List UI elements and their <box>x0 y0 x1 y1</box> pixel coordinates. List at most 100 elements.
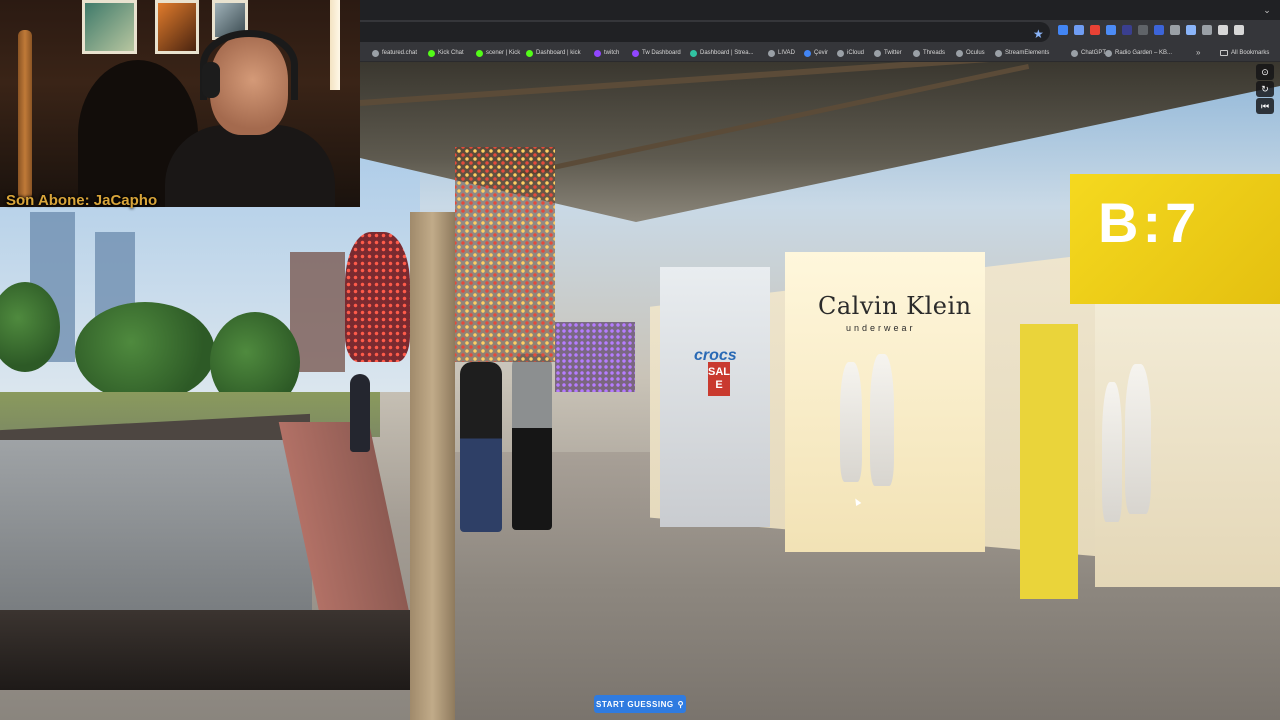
bookmark-item[interactable]: Twitter <box>874 47 902 59</box>
browser-toolbar: ★ <box>360 20 1280 44</box>
bookmark-label: Dashboard | kick <box>536 50 581 56</box>
streetview-controls: ⊙ ↻ ⏮ <box>1256 64 1274 115</box>
pergola-post <box>410 212 455 720</box>
bookmark-favicon-icon <box>372 49 379 57</box>
bookmark-favicon-icon <box>768 49 775 57</box>
browser-extension-icon[interactable] <box>1122 25 1132 35</box>
bookmark-favicon-icon <box>690 49 697 57</box>
bookmark-favicon-icon <box>804 49 811 57</box>
bookmark-item[interactable]: Dashboard | kick <box>526 47 581 59</box>
compass-button[interactable]: ⊙ <box>1256 64 1274 80</box>
address-bar[interactable]: ★ <box>360 22 1050 42</box>
bookmark-favicon-icon <box>1071 49 1078 57</box>
mannequin <box>840 362 862 482</box>
bookmark-favicon-icon <box>594 49 601 57</box>
start-guessing-button[interactable]: START GUESSING ⚲ <box>594 695 686 713</box>
streamer-body <box>165 125 335 207</box>
return-to-start-button[interactable]: ⏮ <box>1256 98 1274 114</box>
bookmark-item[interactable]: Threads <box>913 47 945 59</box>
browser-extension-icon[interactable] <box>1138 25 1148 35</box>
browser-extension-icon[interactable] <box>1106 25 1116 35</box>
webcam-overlay <box>0 0 360 207</box>
bookmark-label: Tw Dashboard <box>642 50 681 56</box>
calvin-klein-subtitle: underwear <box>846 323 916 333</box>
guitar <box>18 30 32 200</box>
bookmarks-bar: featured.chat Kick Chat scener | Kick Dashb… <box>360 44 1280 62</box>
bookmarks-overflow-button[interactable]: » <box>1196 47 1200 59</box>
bookmark-label: ChatGPT <box>1081 50 1107 56</box>
fountain-pool <box>0 440 312 622</box>
pedestrian <box>350 374 370 452</box>
browser-extension-icon[interactable] <box>1074 25 1084 35</box>
string-lights <box>555 322 635 392</box>
bookmark-label: featured.chat <box>382 50 418 56</box>
mannequin <box>1102 382 1122 522</box>
bookmark-item[interactable]: scener | Kick <box>476 47 520 59</box>
string-lights <box>455 147 555 362</box>
bookmark-item[interactable]: ChatGPT <box>1071 47 1106 59</box>
bookmark-favicon-icon <box>1105 49 1112 57</box>
latest-subscriber-label: Son Abone: JaCapho <box>6 192 158 209</box>
bookmark-item[interactable]: Dashboard | Strea... <box>690 47 754 59</box>
calvin-klein-sign: Calvin Klein <box>818 292 972 320</box>
bookmark-item[interactable]: Radio Garden – KB... <box>1105 47 1172 59</box>
bookmark-label: Oculus <box>966 50 985 56</box>
bookmark-label: Çevir <box>814 50 829 56</box>
refresh-button[interactable]: ↻ <box>1256 81 1274 97</box>
mannequin <box>870 354 894 486</box>
bookmark-label: Twitter <box>884 50 902 56</box>
window-menu-button[interactable]: ⌄ <box>1260 3 1274 17</box>
browser-extension-icon[interactable] <box>1202 25 1212 35</box>
browser-extension-icon[interactable] <box>1090 25 1100 35</box>
bookmark-favicon-icon <box>956 49 963 57</box>
bookmark-label: iCloud <box>847 50 865 56</box>
b7-sign: B:7 <box>1098 191 1201 254</box>
streamer-screen: Calvin Klein underwear crocs B:7 SALE ⌄ … <box>0 0 1280 720</box>
bookmark-item[interactable]: Tw Dashboard <box>632 47 681 59</box>
sale-sign: SALE <box>708 362 730 396</box>
yellow-pillar <box>1020 324 1078 599</box>
map-pin-icon: ⚲ <box>677 699 684 709</box>
bookmark-star-icon[interactable]: ★ <box>1033 26 1044 42</box>
bookmark-item[interactable]: featured.chat <box>372 47 417 59</box>
bookmark-favicon-icon <box>913 49 920 57</box>
browser-extension-icon[interactable] <box>1234 25 1244 35</box>
tree <box>75 302 215 402</box>
string-lights <box>345 232 410 362</box>
headset-ear-cup <box>202 62 220 98</box>
bookmark-favicon-icon <box>476 49 483 57</box>
folder-icon <box>1220 50 1228 56</box>
browser-extension-icon[interactable] <box>1058 25 1068 35</box>
bookmark-favicon-icon <box>995 49 1002 57</box>
bookmark-item[interactable]: StreamElements <box>995 47 1049 59</box>
bookmark-item[interactable]: Kick Chat <box>428 47 464 59</box>
browser-extension-icon[interactable] <box>1170 25 1180 35</box>
all-bookmarks-label: All Bookmarks <box>1231 50 1270 56</box>
mannequin <box>1125 364 1151 514</box>
bookmark-item[interactable]: twitch <box>594 47 619 59</box>
bookmark-item[interactable]: Çevir <box>804 47 828 59</box>
bookmark-item[interactable]: Oculus <box>956 47 985 59</box>
browser-extension-icon[interactable] <box>1186 25 1196 35</box>
bookmark-label: Dashboard | Strea... <box>700 50 754 56</box>
browser-extension-icon[interactable] <box>1154 25 1164 35</box>
all-bookmarks-button[interactable]: All Bookmarks <box>1220 47 1269 59</box>
browser-extension-icon[interactable] <box>1218 25 1228 35</box>
wall-picture-frame <box>155 0 199 54</box>
pedestrian <box>460 362 502 532</box>
bookmark-item[interactable]: LIVAD <box>768 47 795 59</box>
bookmark-favicon-icon <box>632 49 639 57</box>
bookmark-label: StreamElements <box>1005 50 1050 56</box>
bookmark-favicon-icon <box>526 49 533 57</box>
wall-picture-frame <box>82 0 137 54</box>
lamp <box>330 0 340 90</box>
crocs-store-window <box>660 267 770 527</box>
planter-wall <box>0 610 480 690</box>
b7-store-window <box>1095 297 1280 587</box>
bookmark-favicon-icon <box>874 49 881 57</box>
start-guessing-label: START GUESSING <box>596 699 674 709</box>
bookmark-label: twitch <box>604 50 620 56</box>
bookmark-item[interactable]: iCloud <box>837 47 864 59</box>
pedestrian <box>512 354 552 530</box>
bookmark-favicon-icon <box>837 49 844 57</box>
